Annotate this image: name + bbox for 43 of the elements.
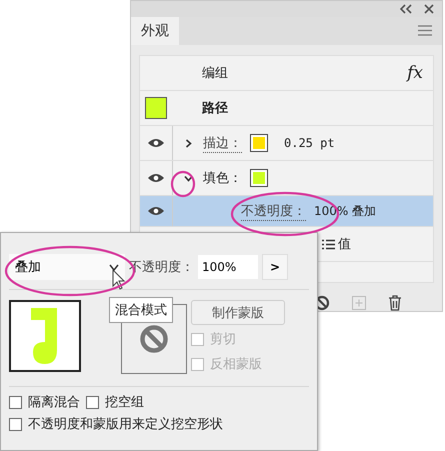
chevron-right-icon[interactable] bbox=[184, 138, 192, 148]
color-swatch[interactable] bbox=[145, 97, 167, 119]
make-mask-button[interactable]: 制作蒙版 bbox=[191, 300, 285, 325]
close-icon[interactable] bbox=[424, 4, 434, 14]
cursor-icon bbox=[112, 269, 126, 291]
tooltip: 混合模式 bbox=[109, 297, 173, 323]
checkbox-label: 挖空组 bbox=[105, 394, 144, 411]
color-swatch[interactable] bbox=[253, 137, 265, 149]
checkbox[interactable] bbox=[9, 396, 22, 408]
panel-tab[interactable]: 外观 bbox=[131, 16, 179, 45]
opacity-button[interactable]: > bbox=[262, 254, 288, 280]
checkbox[interactable] bbox=[86, 396, 99, 408]
blend-mode-dropdown[interactable]: 叠加 bbox=[9, 254, 125, 280]
row-label: 编组 bbox=[202, 65, 228, 82]
menu-icon[interactable] bbox=[418, 25, 432, 36]
trash-icon[interactable] bbox=[388, 295, 402, 311]
fx-label[interactable]: fx bbox=[407, 63, 423, 83]
row-value: 0.25 pt bbox=[284, 136, 335, 150]
checkbox-label: 不透明度和蒙版用来定义挖空形状 bbox=[28, 416, 223, 433]
appearance-row[interactable]: 编组 fx bbox=[140, 56, 433, 91]
color-swatch[interactable] bbox=[253, 172, 265, 184]
row-label: 填色： bbox=[203, 170, 242, 187]
eye-icon[interactable] bbox=[148, 173, 164, 183]
eye-icon[interactable] bbox=[148, 138, 164, 148]
checkbox-label: 剪切 bbox=[210, 331, 236, 348]
collapse-icon[interactable] bbox=[400, 4, 412, 14]
eye-icon[interactable] bbox=[148, 206, 164, 216]
row-label: 值 bbox=[338, 236, 351, 253]
checkbox-label: 反相蒙版 bbox=[210, 356, 262, 373]
list-icon bbox=[322, 238, 335, 250]
checkbox[interactable] bbox=[9, 418, 22, 430]
row-label[interactable]: 不透明度： bbox=[241, 202, 306, 220]
appearance-row[interactable]: 描边： 0.25 pt bbox=[140, 126, 433, 161]
row-label: 路径 bbox=[202, 100, 228, 117]
annotation-circle bbox=[170, 170, 196, 198]
opacity-field[interactable]: 100% bbox=[198, 255, 258, 279]
checkbox-label: 隔离混合 bbox=[28, 394, 80, 411]
chevron-down-icon[interactable] bbox=[184, 174, 192, 182]
object-thumbnail[interactable] bbox=[9, 300, 81, 372]
row-label[interactable]: 描边： bbox=[203, 134, 242, 152]
appearance-row[interactable]: 路径 bbox=[140, 91, 433, 126]
caret-icon bbox=[109, 264, 119, 270]
no-sign-icon bbox=[140, 325, 168, 353]
